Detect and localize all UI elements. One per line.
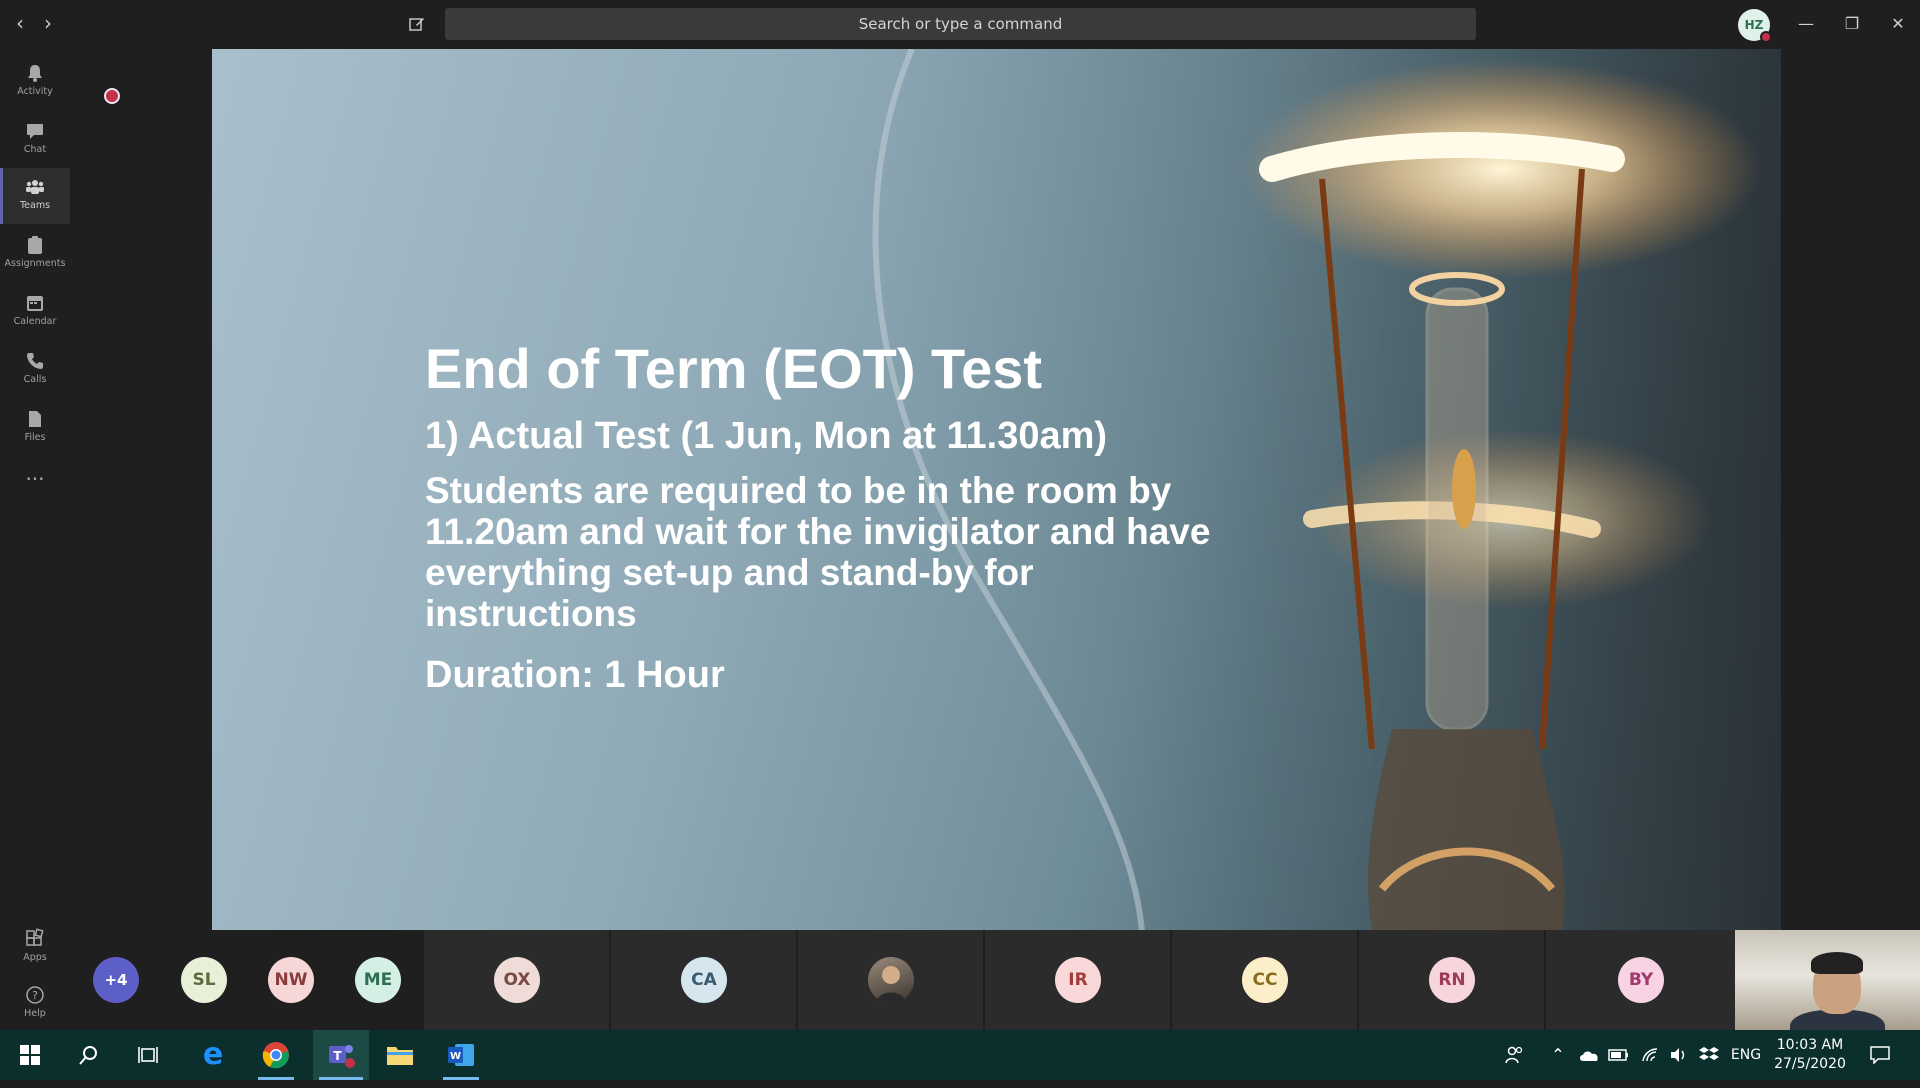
teams-icon (26, 180, 44, 194)
participant-tile[interactable]: CA (609, 930, 796, 1030)
windows-logo-icon (20, 1045, 40, 1065)
task-view-icon[interactable] (125, 1030, 173, 1080)
more-icon: ... (25, 461, 45, 485)
rail-item-files[interactable]: Files (0, 400, 70, 456)
self-video-preview[interactable] (1735, 930, 1920, 1030)
files-icon (29, 411, 41, 427)
chrome-icon[interactable] (252, 1030, 300, 1080)
rail-label: Files (24, 432, 46, 443)
windows-taskbar: e T W ⌃ ENG 10:03 AM 27/5/2020 (0, 1030, 1920, 1080)
participant-tile[interactable]: IR (983, 930, 1170, 1030)
participant-avatar[interactable]: IR (1055, 957, 1101, 1003)
language-indicator[interactable]: ENG (1726, 1030, 1766, 1080)
phone-icon (27, 353, 43, 369)
close-icon[interactable]: ✕ (1878, 10, 1918, 38)
rail-item-assignments[interactable]: Assignments (0, 226, 70, 282)
person-photo-icon (876, 966, 906, 1003)
participant-tile[interactable]: OX (422, 930, 609, 1030)
search-icon[interactable] (65, 1030, 113, 1080)
slide-content: End of Term (EOT) Test 1) Actual Test (1… (425, 334, 1325, 698)
chat-icon (27, 124, 43, 139)
participant-avatar[interactable]: SL (181, 957, 227, 1003)
calendar-icon (27, 296, 43, 311)
rail-item-more[interactable]: ... (0, 458, 70, 498)
participant-tile[interactable]: BY (1544, 930, 1735, 1030)
participants-strip: +4 SL NW ME OX CA IR CC RN BY (70, 930, 1735, 1030)
profile-initials: HZ (1744, 18, 1764, 32)
status-badge (1760, 31, 1772, 43)
clock-time: 10:03 AM (1776, 1037, 1844, 1053)
participant-avatar[interactable]: RN (1429, 957, 1475, 1003)
more-participants-button[interactable]: +4 (93, 957, 139, 1003)
shared-presentation-slide: End of Term (EOT) Test 1) Actual Test (1… (212, 49, 1781, 931)
file-explorer-icon[interactable] (376, 1030, 424, 1080)
rail-item-teams[interactable]: Teams (0, 168, 70, 224)
participant-tile[interactable]: RN (1357, 930, 1544, 1030)
search-input[interactable]: Search or type a command (445, 8, 1476, 40)
svg-text:?: ? (32, 989, 38, 1002)
forward-icon[interactable]: › (36, 12, 60, 36)
participant-avatar[interactable]: BY (1618, 957, 1664, 1003)
people-icon[interactable] (1500, 1030, 1528, 1080)
start-button[interactable] (6, 1030, 54, 1080)
participant-avatar[interactable]: CA (681, 957, 727, 1003)
word-icon[interactable]: W (437, 1030, 485, 1080)
bell-icon (28, 65, 42, 82)
rail-label: Teams (19, 200, 51, 211)
participant-avatar[interactable]: NW (268, 957, 314, 1003)
rail-item-help[interactable]: ? Help (0, 976, 70, 1032)
recording-indicator (104, 88, 120, 104)
onedrive-icon[interactable] (1576, 1030, 1602, 1080)
rail-item-calendar[interactable]: Calendar (0, 284, 70, 340)
battery-icon[interactable] (1606, 1030, 1632, 1080)
rail-label: Calls (23, 374, 47, 385)
help-icon: ? (26, 986, 44, 1004)
slide-duration: Duration: 1 Hour (425, 654, 725, 696)
rail-item-chat[interactable]: Chat (0, 112, 70, 168)
rail-item-activity[interactable]: Activity (0, 54, 70, 110)
clock-date: 27/5/2020 (1774, 1056, 1846, 1072)
rail-label: Help (24, 1008, 46, 1019)
volume-icon[interactable] (1666, 1030, 1692, 1080)
dropbox-icon[interactable] (1696, 1030, 1722, 1080)
participant-avatar[interactable]: CC (1242, 957, 1288, 1003)
teams-window: ‹ › Search or type a command HZ — ❐ ✕ Ac… (0, 0, 1920, 1030)
slide-body: Students are required to be in the room … (425, 470, 1211, 634)
edge-browser-icon[interactable]: e (189, 1030, 237, 1080)
participant-tile[interactable]: CC (1170, 930, 1357, 1030)
rail-label: Chat (23, 144, 47, 155)
participant-tile[interactable] (796, 930, 983, 1030)
participant-avatar[interactable]: OX (494, 957, 540, 1003)
teams-taskbar-icon[interactable]: T (313, 1030, 369, 1080)
app-rail: Activity Chat Teams Assignments Calendar… (0, 48, 70, 1030)
restore-icon[interactable]: ❐ (1832, 10, 1872, 38)
rail-label: Calendar (13, 316, 57, 327)
apps-icon (26, 928, 44, 946)
svg-text:T: T (333, 1049, 342, 1063)
self-video-hair (1811, 952, 1863, 974)
participant-avatar[interactable]: ME (355, 957, 401, 1003)
profile-avatar[interactable]: HZ (1738, 9, 1772, 43)
notifications-icon[interactable] (1864, 1030, 1896, 1080)
participant-photo-avatar[interactable] (868, 957, 914, 1003)
rail-item-apps[interactable]: Apps (0, 920, 70, 976)
rail-label: Activity (17, 86, 53, 97)
svg-text:W: W (450, 1051, 461, 1062)
new-chat-icon[interactable] (405, 12, 429, 36)
assignments-icon (28, 236, 42, 254)
rail-label: Assignments (4, 258, 66, 269)
back-icon[interactable]: ‹ (8, 12, 32, 36)
minimize-icon[interactable]: — (1786, 10, 1826, 38)
wifi-icon[interactable] (1638, 1030, 1664, 1080)
slide-subtitle: 1) Actual Test (1 Jun, Mon at 11.30am) (425, 415, 1108, 457)
taskbar-clock[interactable]: 10:03 AM 27/5/2020 (1770, 1036, 1850, 1074)
rail-item-calls[interactable]: Calls (0, 342, 70, 398)
rail-label: Apps (23, 952, 47, 963)
title-bar: ‹ › Search or type a command HZ — ❐ ✕ (0, 0, 1920, 48)
slide-title: End of Term (EOT) Test (425, 337, 1043, 400)
show-hidden-icons-icon[interactable]: ⌃ (1546, 1030, 1570, 1080)
